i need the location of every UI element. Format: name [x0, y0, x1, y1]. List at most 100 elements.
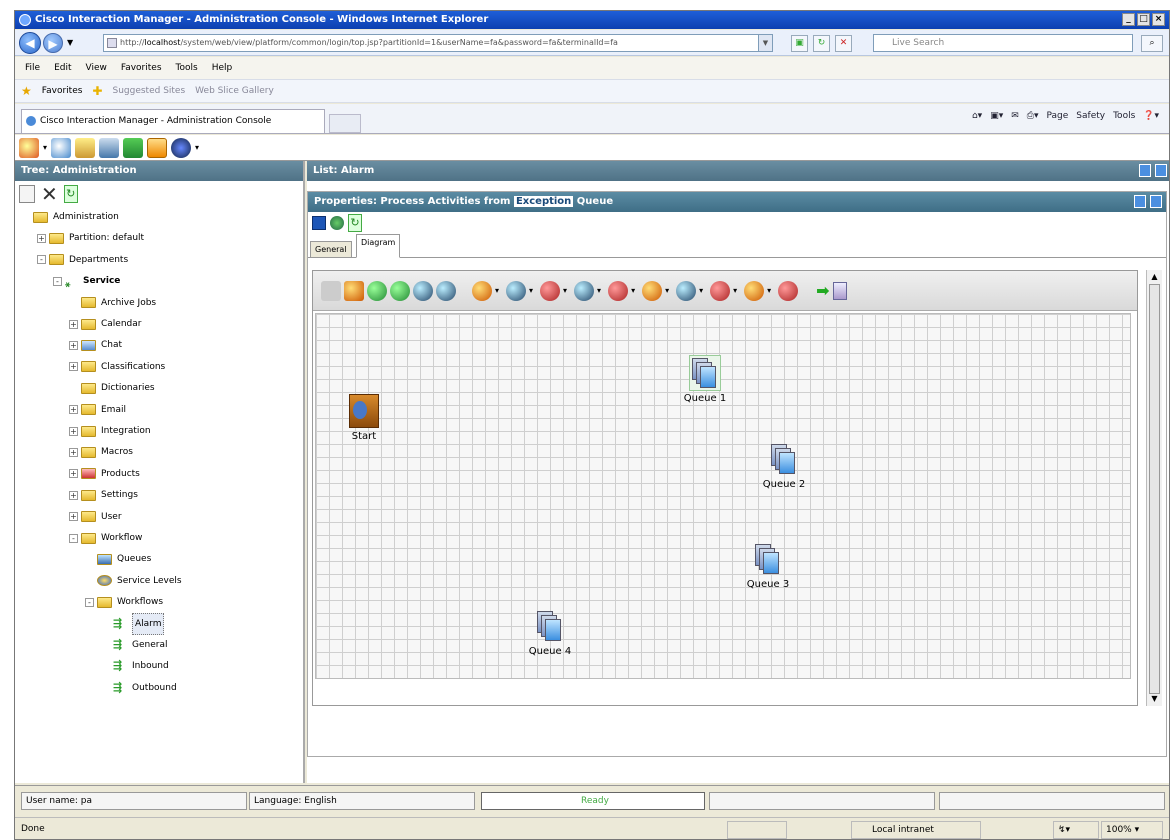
tab-general[interactable]: General [310, 241, 352, 258]
scroll-thumb[interactable] [1149, 284, 1160, 694]
connector-arrow-icon[interactable]: ➡ [816, 281, 829, 301]
expand-icon[interactable]: + [69, 426, 78, 436]
maximize-icon[interactable] [1155, 164, 1167, 177]
web-slice-gallery-link[interactable]: Web Slice Gallery [195, 79, 274, 103]
expand-icon[interactable]: + [69, 362, 78, 372]
tree-item[interactable]: Administration [21, 207, 119, 227]
workflow-canvas[interactable]: Start Queue 1 Queue 2 Queue 3 Queue 4 [315, 313, 1131, 679]
tree-item[interactable]: + Settings [69, 485, 138, 505]
new-node-icon[interactable] [344, 280, 364, 301]
feeds-icon[interactable]: ▣▾ [990, 111, 1003, 121]
protected-mode-icon[interactable]: ↯▾ [1053, 821, 1099, 839]
tree-item[interactable]: + Classifications [69, 357, 165, 377]
collapse-icon[interactable]: - [69, 533, 78, 543]
minimize-button[interactable]: _ [1122, 13, 1135, 26]
menu-view[interactable]: View [86, 57, 107, 79]
tree-item[interactable]: Queues [85, 549, 151, 569]
tree-item[interactable]: - ⚹ Service [53, 271, 120, 291]
expand-icon[interactable]: + [69, 319, 78, 329]
tree-item[interactable]: ⇶ General [101, 635, 167, 655]
suggested-sites-link[interactable]: Suggested Sites [112, 79, 185, 103]
save-icon[interactable] [312, 216, 326, 230]
search-icon[interactable] [51, 137, 72, 158]
select-tool-icon[interactable] [321, 280, 341, 301]
expand-icon[interactable]: + [69, 405, 78, 415]
delete-icon[interactable]: ✕ [41, 184, 58, 204]
tree-item[interactable]: + Email [69, 400, 126, 420]
browser-tab[interactable]: Cisco Interaction Manager - Administrati… [21, 109, 325, 133]
home-icon[interactable] [19, 137, 39, 158]
collapse-icon[interactable]: - [85, 597, 94, 607]
globe-icon[interactable] [390, 280, 410, 301]
tree-item[interactable]: - Departments [37, 250, 128, 270]
tree-item[interactable]: Archive Jobs [69, 293, 156, 313]
user-icon[interactable] [642, 280, 663, 301]
zone-status[interactable]: Local intranet [851, 821, 981, 839]
menu-favorites[interactable]: Favorites [121, 57, 162, 79]
settings-icon[interactable] [330, 216, 344, 230]
split-icon[interactable] [608, 280, 629, 301]
menu-tools[interactable]: Tools [176, 57, 198, 79]
mail-icon[interactable]: ✉ [1011, 111, 1019, 121]
tree-item[interactable]: ⇶ Alarm [101, 612, 165, 635]
help-icon[interactable] [171, 137, 192, 158]
tree-item[interactable]: Service Levels [85, 571, 182, 591]
tree-item[interactable]: ⇶ Outbound [101, 678, 177, 698]
expand-icon[interactable]: + [69, 340, 78, 350]
compat-view-icon[interactable]: ▣ [791, 35, 808, 52]
end-icon[interactable] [778, 280, 799, 301]
globe-sync-icon[interactable] [436, 280, 456, 301]
tree-item[interactable]: + Products [69, 464, 140, 484]
expand-icon[interactable]: + [37, 233, 46, 243]
refresh-icon[interactable]: ↻ [63, 185, 78, 203]
refresh-icon[interactable]: ↻ [813, 35, 830, 52]
refresh-icon[interactable]: ↻ [348, 214, 362, 232]
scroll-down-icon[interactable]: ▼ [1149, 693, 1160, 705]
tree-item[interactable]: + Integration [69, 421, 151, 441]
expand-icon[interactable]: + [69, 447, 78, 457]
workflow-icon[interactable] [506, 280, 527, 301]
vertical-scrollbar[interactable]: ▲ ▼ [1146, 270, 1162, 706]
menu-help[interactable]: Help [212, 57, 233, 79]
maximize-icon[interactable] [1150, 195, 1162, 208]
scroll-up-icon[interactable]: ▲ [1149, 271, 1160, 283]
back-button[interactable]: ◀ [19, 32, 41, 54]
delete-node-icon[interactable] [832, 281, 847, 300]
close-button[interactable]: × [1152, 13, 1165, 26]
node-queue-3[interactable]: Queue 3 [728, 542, 808, 590]
branch-icon[interactable] [472, 280, 492, 301]
collapse-icon[interactable]: - [37, 255, 46, 265]
menu-file[interactable]: File [25, 57, 40, 79]
process-icon[interactable] [676, 280, 697, 301]
tree-item[interactable]: Dictionaries [69, 378, 155, 398]
node-queue-2[interactable]: Queue 2 [744, 442, 824, 490]
email-icon[interactable] [540, 280, 561, 301]
edit-icon[interactable] [75, 137, 96, 158]
node-start[interactable]: Start [324, 394, 404, 442]
tree-item[interactable]: + Chat [69, 335, 122, 355]
tree-item[interactable]: ⇶ Inbound [101, 656, 169, 676]
tree-item[interactable]: - Workflows [85, 592, 163, 612]
agent-icon[interactable] [367, 280, 387, 301]
menu-edit[interactable]: Edit [54, 57, 71, 79]
expand-icon[interactable]: + [69, 490, 78, 500]
safety-menu[interactable]: Safety [1076, 111, 1105, 121]
service-level-icon[interactable] [744, 280, 765, 301]
expand-icon[interactable]: + [69, 469, 78, 479]
queue-tool-icon[interactable] [574, 280, 595, 301]
maximize-button[interactable]: □ [1137, 13, 1150, 26]
refresh-icon[interactable] [123, 137, 144, 158]
stop-icon[interactable]: ✕ [835, 35, 852, 52]
alarm-icon[interactable] [710, 280, 731, 301]
home-icon[interactable]: ⌂▾ [972, 111, 982, 121]
forward-button[interactable]: ▶ [43, 33, 63, 53]
page-menu[interactable]: Page [1047, 111, 1069, 121]
tree-item[interactable]: + Macros [69, 442, 133, 462]
favorites-button[interactable]: Favorites [42, 79, 83, 103]
tools-menu[interactable]: Tools [1113, 111, 1135, 121]
expand-icon[interactable]: + [69, 512, 78, 522]
live-search-input[interactable]: Live Search [873, 34, 1133, 52]
search-icon[interactable]: ⌕ [1141, 35, 1163, 52]
copy-icon[interactable] [19, 185, 35, 203]
tree-item[interactable]: + Partition: default [37, 228, 144, 248]
